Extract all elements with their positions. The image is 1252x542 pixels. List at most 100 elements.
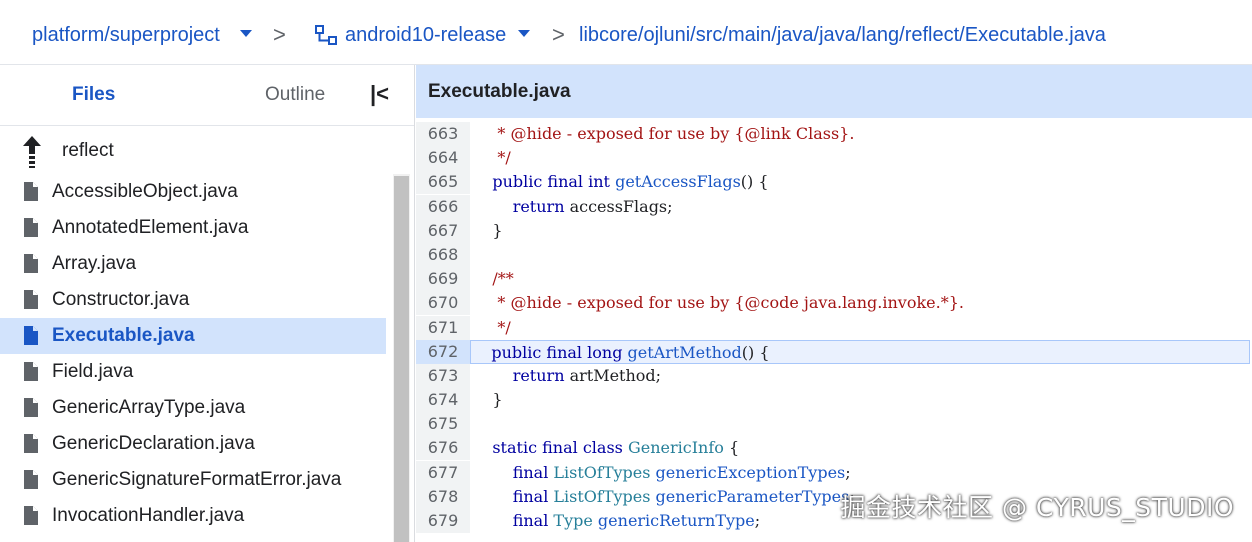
file-item[interactable]: InvocationHandler.java <box>0 498 392 534</box>
code-token: ListOfTypes <box>553 486 656 506</box>
code-token: getAccessFlags <box>615 172 741 192</box>
line-number[interactable]: 675 <box>416 412 470 437</box>
code-token: final <box>512 462 554 482</box>
code-token: return <box>512 196 570 216</box>
file-item[interactable]: Array.java <box>0 246 392 282</box>
line-number[interactable]: 672 <box>416 339 470 364</box>
code-line: 668 <box>416 242 1252 267</box>
line-number[interactable]: 663 <box>416 122 470 146</box>
file-item[interactable]: Constructor.java <box>0 282 392 318</box>
code-token: GenericInfo <box>627 438 724 458</box>
file-icon <box>24 326 38 345</box>
file-label: InvocationHandler.java <box>52 505 245 526</box>
code-line: 670 * @hide - exposed for use by {@code … <box>416 291 1252 316</box>
file-item[interactable]: GenericDeclaration.java <box>0 426 392 462</box>
branch-dropdown-icon[interactable] <box>518 30 530 37</box>
tab-files[interactable]: Files <box>72 83 115 107</box>
line-number[interactable]: 678 <box>416 484 470 509</box>
up-directory-icon <box>23 136 41 168</box>
code-viewer: Executable.java 663 * @hide - exposed fo… <box>416 65 1252 542</box>
code-text: public final int getAccessFlags() { <box>472 170 769 194</box>
breadcrumb-path[interactable]: libcore/ojluni/src/main/java/java/lang/r… <box>579 22 1106 48</box>
code-token: () { <box>741 342 770 362</box>
code-token: } <box>472 220 503 240</box>
code-token: final <box>512 486 554 506</box>
code-token: ListOfTypes <box>553 462 656 482</box>
code-token: * @hide - exposed for use by {@code java… <box>472 293 964 313</box>
breadcrumb-project-link[interactable]: platform/superproject <box>32 22 220 48</box>
breadcrumb-branch-link[interactable]: android10-release <box>345 22 506 48</box>
file-icon <box>24 254 38 273</box>
code-token: genericParameterTypes <box>655 486 850 506</box>
code-text: /** <box>472 267 513 291</box>
sidebar-tabs: Files Outline |< <box>0 65 414 126</box>
code-text: } <box>472 219 503 243</box>
line-number[interactable]: 668 <box>416 242 470 267</box>
code-lines: 663 * @hide - exposed for use by {@link … <box>416 122 1252 533</box>
code-line: 676 static final class GenericInfo { <box>416 436 1252 461</box>
line-number[interactable]: 670 <box>416 291 470 316</box>
file-item[interactable]: AnnotatedElement.java <box>0 210 392 246</box>
file-label: AccessibleObject.java <box>52 181 238 202</box>
code-text: static final class GenericInfo { <box>472 436 739 460</box>
line-number[interactable]: 664 <box>416 146 470 171</box>
line-number[interactable]: 676 <box>416 436 470 461</box>
file-item[interactable]: GenericArrayType.java <box>0 390 392 426</box>
file-title: Executable.java <box>428 81 571 102</box>
tab-outline[interactable]: Outline <box>265 83 325 107</box>
code-text: public final long getArtMethod() { <box>470 339 1250 364</box>
code-text: } <box>472 388 502 412</box>
code-token: getArtMethod <box>627 342 742 362</box>
file-item[interactable]: GenericSignatureFormatError.java <box>0 462 392 498</box>
line-number[interactable]: 677 <box>416 460 470 485</box>
file-label: GenericDeclaration.java <box>52 433 255 454</box>
line-number[interactable]: 673 <box>416 363 470 388</box>
sidebar-scrollbar-thumb[interactable] <box>394 176 409 542</box>
code-text: * @hide - exposed for use by {@code java… <box>472 291 964 315</box>
line-number[interactable]: 666 <box>416 194 470 219</box>
parent-directory-label: reflect <box>62 140 114 161</box>
file-item[interactable]: AccessibleObject.java <box>0 174 392 210</box>
code-line: 663 * @hide - exposed for use by {@link … <box>416 122 1252 146</box>
file-label: Array.java <box>52 253 137 274</box>
file-label: GenericSignatureFormatError.java <box>52 469 342 490</box>
code-line: 669 /** <box>416 267 1252 292</box>
line-number[interactable]: 669 <box>416 267 470 292</box>
code-token: public final long <box>491 342 628 362</box>
code-token: public final int <box>492 172 616 192</box>
code-token: ; <box>845 462 851 482</box>
file-icon <box>24 362 38 381</box>
line-number[interactable]: 671 <box>416 315 470 340</box>
line-number[interactable]: 667 <box>416 218 470 243</box>
code-token: artMethod; <box>569 365 662 385</box>
file-item-active[interactable]: Executable.java <box>0 318 386 354</box>
line-number[interactable]: 679 <box>416 509 470 533</box>
file-icon <box>24 434 38 453</box>
code-token: */ <box>472 317 511 337</box>
code-token: return <box>512 365 570 385</box>
code-line: 672 public final long getArtMethod() { <box>416 339 1252 364</box>
code-text: return accessFlags; <box>472 195 673 219</box>
code-token: * @hide - exposed for use by {@link Clas… <box>472 124 855 143</box>
code-token: genericExceptionTypes <box>655 462 846 482</box>
code-token: accessFlags; <box>569 196 673 216</box>
parent-directory-row[interactable]: reflect <box>0 126 414 174</box>
code-text: */ <box>472 316 511 340</box>
collapse-panel-icon[interactable]: |< <box>370 81 389 107</box>
breadcrumb-separator-icon: > <box>552 22 565 47</box>
line-number[interactable]: 674 <box>416 388 470 413</box>
file-icon <box>24 398 38 417</box>
breadcrumb-separator-icon: > <box>273 22 286 47</box>
file-item[interactable]: Field.java <box>0 354 392 390</box>
code-token: () { <box>740 172 769 192</box>
line-number[interactable]: 665 <box>416 170 470 195</box>
file-icon <box>24 506 38 525</box>
project-dropdown-icon[interactable] <box>240 30 252 37</box>
code-token: { <box>723 438 740 458</box>
code-line: 674 } <box>416 388 1252 413</box>
file-icon <box>24 182 38 201</box>
